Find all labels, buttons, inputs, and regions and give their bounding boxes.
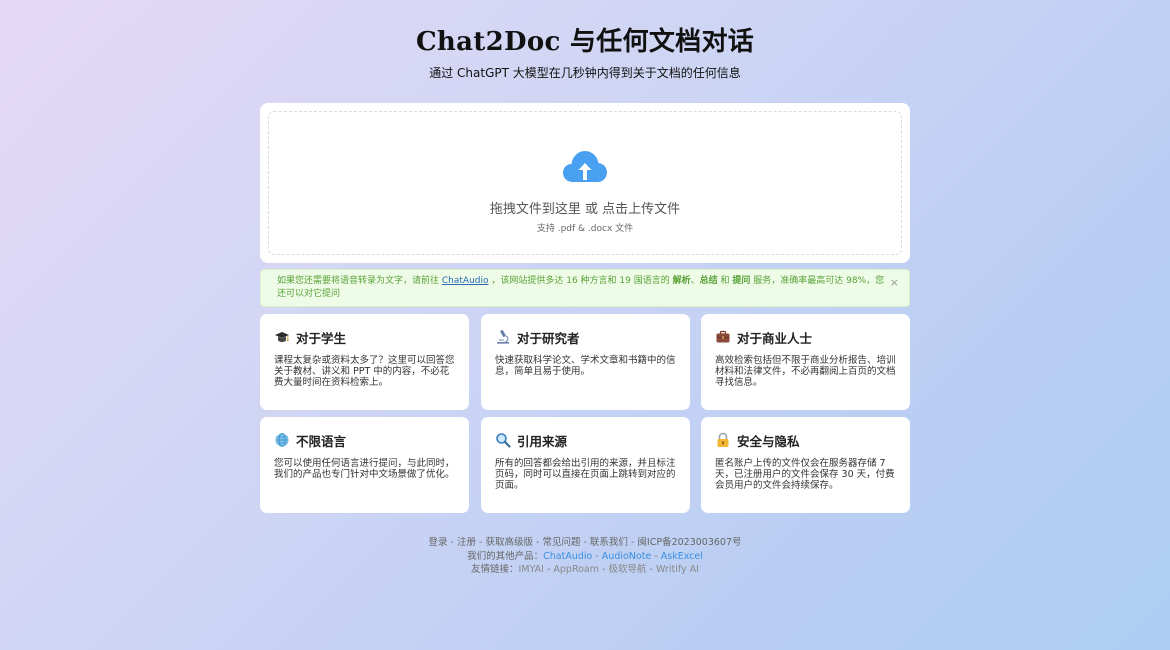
graduation-cap-icon xyxy=(274,329,290,345)
feature-title: 引用来源 xyxy=(517,433,568,449)
feature-description: 匿名账户上传的文件仅会在服务器存储 7 天，已注册用户的文件会保存 30 天，付… xyxy=(715,458,895,491)
upload-dropzone[interactable]: 拖拽文件到这里 或 点击上传文件 支持 .pdf & .docx 文件 xyxy=(268,111,902,255)
notice-bold: 解析 xyxy=(672,276,691,286)
product-audionote-link[interactable]: AudioNote xyxy=(602,551,652,562)
footer-separator: - xyxy=(627,537,638,548)
faq-link[interactable]: 常见问题 xyxy=(542,537,580,548)
notice-text: 和 xyxy=(717,276,733,286)
page-footer: 登录 - 注册 - 获取高级版 - 常见问题 - 联系我们 - 闽ICP备202… xyxy=(0,536,1170,577)
friend-approam-link[interactable]: AppRoam xyxy=(553,564,599,575)
chataudio-link[interactable]: ChatAudio xyxy=(442,276,489,286)
friend-imyai-link[interactable]: IMYAI xyxy=(519,564,544,575)
product-askexcel-link[interactable]: AskExcel xyxy=(661,551,703,562)
register-link[interactable]: 注册 xyxy=(457,537,476,548)
globe-icon xyxy=(274,432,290,448)
feature-title: 对于研究者 xyxy=(517,330,580,346)
microscope-icon xyxy=(495,329,511,345)
footer-separator: - xyxy=(646,564,656,575)
feature-title: 对于学生 xyxy=(296,330,347,346)
notice-close-button[interactable]: × xyxy=(890,276,899,289)
footer-separator: - xyxy=(580,537,590,548)
feature-card-languages: 不限语言 您可以使用任何语言进行提问，与此同时，我们的产品也专门针对中文场景做了… xyxy=(260,417,469,513)
notice-text: 如果您还需要将语音转录为文字，请前往 xyxy=(277,276,442,286)
footer-separator: - xyxy=(543,564,554,575)
lock-icon xyxy=(715,432,731,448)
footer-separator: - xyxy=(651,550,661,562)
login-link[interactable]: 登录 xyxy=(428,537,447,548)
contact-link[interactable]: 联系我们 xyxy=(590,537,628,548)
footer-products-row: 我们的其他产品：ChatAudio - AudioNote - AskExcel xyxy=(0,550,1170,564)
upload-instruction: 拖拽文件到这里 或 点击上传文件 xyxy=(489,202,681,217)
friend-jiruan-link[interactable]: 极软导航 xyxy=(608,564,646,575)
friends-label: 友情链接： xyxy=(471,564,519,575)
feature-card-researchers: 对于研究者 快速获取科学论文、学术文章和书籍中的信息，简单且易于使用。 xyxy=(481,314,690,410)
cloud-upload-icon xyxy=(563,151,607,182)
feature-description: 高效检索包括但不限于商业分析报告、培训材料和法律文件，不必再翻阅上百页的文档寻找… xyxy=(715,355,896,388)
footer-friends-row: 友情链接：IMYAI - AppRoam - 极软导航 - Writify AI xyxy=(0,563,1170,577)
page-header: Chat2Doc 与任何文档对话 通过 ChatGPT 大模型在几秒钟内得到关于… xyxy=(0,26,1170,81)
product-chataudio-link[interactable]: ChatAudio xyxy=(543,551,592,562)
feature-card-students: 对于学生 课程太复杂或资料太多了？这里可以回答您关于教材、讲义和 PPT 中的内… xyxy=(260,314,469,410)
feature-title: 安全与隐私 xyxy=(737,433,800,449)
magnifier-icon xyxy=(495,432,511,448)
footer-links-row: 登录 - 注册 - 获取高级版 - 常见问题 - 联系我们 - 闽ICP备202… xyxy=(0,536,1170,550)
feature-description: 所有的回答都会给出引用的来源，并且标注页码，同时可以直接在页面上跳转到对应的页面… xyxy=(495,458,676,491)
premium-link[interactable]: 获取高级版 xyxy=(485,537,533,548)
footer-separator: - xyxy=(592,550,602,562)
products-label: 我们的其他产品： xyxy=(467,550,544,562)
feature-description: 课程太复杂或资料太多了？这里可以回答您关于教材、讲义和 PPT 中的内容，不必花… xyxy=(274,355,455,388)
chataudio-notice: 如果您还需要将语音转录为文字，请前往 ChatAudio ，该网站提供多达 16… xyxy=(260,269,910,307)
page-title: Chat2Doc 与任何文档对话 xyxy=(415,27,755,57)
notice-text: 、 xyxy=(690,276,700,286)
feature-card-business: 对于商业人士 高效检索包括但不限于商业分析报告、培训材料和法律文件，不必再翻阅上… xyxy=(701,314,910,410)
upload-file-types: 支持 .pdf & .docx 文件 xyxy=(536,224,634,234)
feature-card-privacy: 安全与隐私 匿名账户上传的文件仅会在服务器存储 7 天，已注册用户的文件会保存 … xyxy=(701,417,910,513)
briefcase-icon xyxy=(715,329,731,345)
feature-card-citations: 引用来源 所有的回答都会给出引用的来源，并且标注页码，同时可以直接在页面上跳转到… xyxy=(481,417,690,513)
notice-text: ，该网站提供多达 16 种方言和 19 国语言的 xyxy=(488,276,673,286)
feature-description: 您可以使用任何语言进行提问，与此同时，我们的产品也专门针对中文场景做了优化。 xyxy=(274,458,455,480)
icp-link[interactable]: 闽ICP备2023003607号 xyxy=(637,537,741,548)
footer-separator: - xyxy=(447,537,457,548)
friend-writify-link[interactable]: Writify AI xyxy=(656,564,699,575)
notice-bold: 总结 xyxy=(699,276,718,286)
feature-title: 不限语言 xyxy=(296,433,347,449)
feature-title: 对于商业人士 xyxy=(737,330,813,346)
notice-bold: 提问 xyxy=(732,276,751,286)
feature-description: 快速获取科学论文、学术文章和书籍中的信息，简单且易于使用。 xyxy=(495,355,676,377)
page-subtitle: 通过 ChatGPT 大模型在几秒钟内得到关于文档的任何信息 xyxy=(429,66,741,80)
upload-card: 拖拽文件到这里 或 点击上传文件 支持 .pdf & .docx 文件 xyxy=(260,103,910,263)
